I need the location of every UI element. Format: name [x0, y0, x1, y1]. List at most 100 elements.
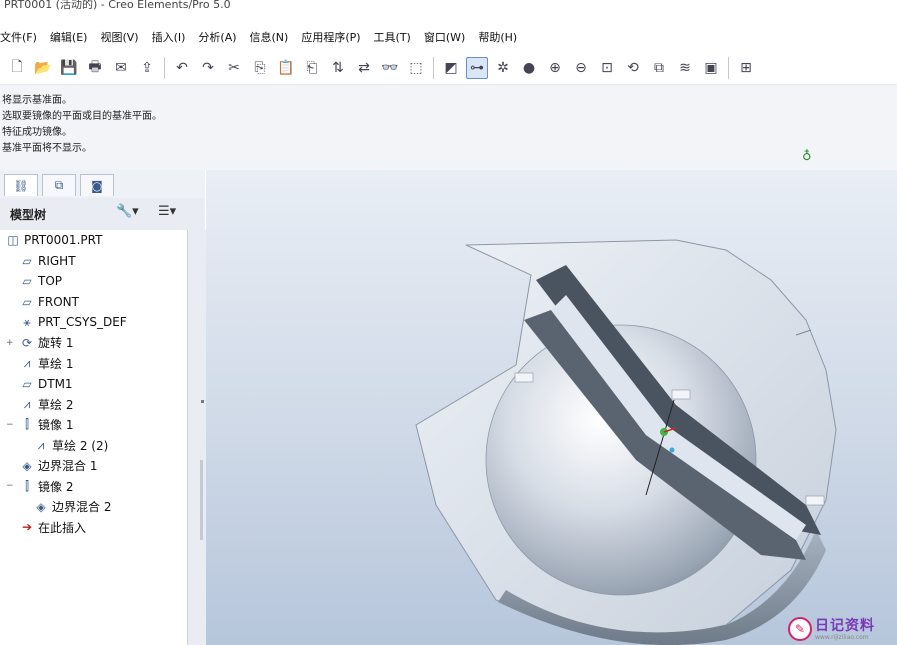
- spin-center-icon[interactable]: ⊶: [466, 57, 488, 79]
- regen-manager-icon[interactable]: ⇄: [353, 57, 375, 79]
- tree-node[interactable]: ▱ RIGHT: [18, 251, 76, 271]
- tree-expander-icon[interactable]: +: [6, 338, 14, 348]
- message-area: 将显示基准面。 选取要镜像的平面或目的基准平面。 特征成功镜像。 基准平面将不显…: [0, 84, 897, 170]
- tree-node[interactable]: ◈ 边界混合 1: [18, 456, 97, 476]
- tree-feature-icon: ⩘: [37, 437, 45, 452]
- print-icon[interactable]: 🖶: [84, 57, 106, 79]
- cut-icon[interactable]: ✂: [223, 57, 245, 79]
- paste-icon[interactable]: 📋: [275, 57, 297, 79]
- model-render: [415, 239, 837, 645]
- open-icon[interactable]: 📂: [32, 57, 54, 79]
- tree-expander-icon[interactable]: −: [6, 420, 14, 430]
- tree-feature-icon: ⚹: [23, 314, 31, 329]
- orient-mode-icon[interactable]: ✲: [492, 57, 514, 79]
- refit-icon[interactable]: ⊡: [596, 57, 618, 79]
- tree-node-label: FRONT: [38, 294, 79, 309]
- datum-tag[interactable]: [514, 372, 534, 383]
- model-tree-title: 模型树: [10, 208, 47, 222]
- tree-feature-icon: ⫿: [25, 478, 29, 493]
- select-box-icon[interactable]: ⬚: [405, 57, 427, 79]
- tree-node-label: TOP: [38, 274, 63, 288]
- graphics-window[interactable]: [206, 170, 897, 645]
- datum-tag[interactable]: [805, 495, 825, 506]
- menu-item[interactable]: 工具(T): [374, 29, 411, 45]
- menu-item[interactable]: 视图(V): [100, 29, 138, 45]
- menu-item[interactable]: 插入(I): [152, 29, 186, 45]
- repaint-icon[interactable]: ◩: [440, 57, 462, 79]
- new-icon[interactable]: 🗋: [6, 57, 28, 79]
- saved-views-icon[interactable]: ⧉: [648, 57, 670, 79]
- sash-grip: [201, 400, 204, 403]
- tree-node[interactable]: − ⫿ 镜像 2: [6, 476, 73, 496]
- undo-icon[interactable]: ↶: [171, 57, 193, 79]
- watermark: ✎ 日记资料 www.rijiziliao.com: [788, 615, 894, 643]
- tree-node-label: 在此插入: [38, 520, 87, 535]
- menu-item[interactable]: 帮助(H): [478, 29, 517, 45]
- tree-show-icon[interactable]: ☰▾: [158, 204, 176, 219]
- message-line: 将显示基准面。: [2, 95, 72, 106]
- tree-feature-icon: ▱: [22, 253, 32, 268]
- tree-node[interactable]: ⩘ 草绘 2: [18, 394, 74, 414]
- zoom-out-icon[interactable]: ⊖: [570, 57, 592, 79]
- tree-node[interactable]: − ⫿ 镜像 1: [6, 415, 73, 435]
- tree-settings-icon[interactable]: 🔧▾: [116, 204, 139, 219]
- tree-node[interactable]: ▱ DTM1: [18, 374, 72, 394]
- model-tree-tab[interactable]: ⛓: [4, 174, 38, 196]
- tree-node[interactable]: ⩘ 草绘 1: [18, 353, 74, 373]
- main-toolbar: 🗋 📂 💾 🖶 ✉ ⇪ ↶ ↷ ✂ ⎘ 📋 ⎗ ⇅ ⇄ 👓 ⬚ ◩ ⊶ ✲ ● ⊕ ⊖ ⊡ ⟲ ⧉ ≋ ▣ ⊞: [0, 52, 897, 84]
- navigator-tabs: ⛓ ⧉ ◙: [0, 170, 205, 198]
- tree-node-label: PRT_CSYS_DEF: [38, 315, 127, 329]
- tree-node[interactable]: ◫ PRT0001.PRT: [4, 230, 102, 250]
- tree-node[interactable]: + ⟳ 旋转 1: [6, 333, 74, 353]
- email-icon[interactable]: ✉: [110, 57, 132, 79]
- menu-bar: 文件(F) 编辑(E) 视图(V) 插入(I) 分析(A) 信息(N) 应用程序(P) 工具(…: [0, 26, 897, 48]
- tree-feature-icon: ⫿: [25, 417, 29, 431]
- tree-node-label: 旋转 1: [38, 336, 74, 350]
- appearance-icon[interactable]: ●: [518, 57, 540, 79]
- watermark-url: www.rijiziliao.com: [815, 633, 869, 641]
- menu-item[interactable]: 文件(F): [0, 29, 37, 45]
- tree-node-label: 边界混合 1: [38, 459, 98, 473]
- menu-item[interactable]: 窗口(W): [424, 29, 465, 45]
- regenerate-icon[interactable]: ⇅: [327, 57, 349, 79]
- menu-item[interactable]: 分析(A): [198, 29, 236, 45]
- datum-tag[interactable]: [671, 389, 691, 400]
- toolbar-separator: [164, 57, 165, 79]
- tree-node[interactable]: ➔ 在此插入: [18, 517, 86, 537]
- send-icon[interactable]: ⇪: [136, 57, 158, 79]
- status-light-icon[interactable]: ♁: [802, 149, 812, 164]
- tree-node[interactable]: ▱ FRONT: [18, 292, 79, 312]
- display-style-icon[interactable]: ⊞: [735, 57, 757, 79]
- tree-node[interactable]: ⩘ 草绘 2 (2): [32, 435, 109, 455]
- reorient-icon[interactable]: ⟲: [622, 57, 644, 79]
- zoom-in-icon[interactable]: ⊕: [544, 57, 566, 79]
- sash-handle[interactable]: [200, 460, 203, 540]
- message-line: 选取要镜像的平面或目的基准平面。: [2, 111, 162, 122]
- panel-sash[interactable]: [188, 230, 206, 645]
- tree-node[interactable]: ⚹ PRT_CSYS_DEF: [18, 312, 127, 332]
- paste-special-icon[interactable]: ⎗: [301, 57, 323, 79]
- find-icon[interactable]: 👓: [379, 57, 401, 79]
- copy-icon[interactable]: ⎘: [249, 57, 271, 79]
- menu-item[interactable]: 编辑(E): [50, 29, 88, 45]
- tree-feature-icon: ◫: [7, 233, 19, 247]
- tree-feature-icon: ⟳: [21, 335, 33, 350]
- tree-feature-icon: ▱: [22, 376, 32, 391]
- watermark-text: 日记资料: [815, 617, 875, 634]
- tree-node-label: 草绘 2: [38, 397, 74, 412]
- save-icon[interactable]: 💾: [58, 57, 80, 79]
- tree-node[interactable]: ◈ 边界混合 2: [32, 497, 111, 517]
- menu-item[interactable]: 信息(N): [250, 29, 289, 45]
- favorites-tab[interactable]: ◙: [80, 174, 114, 196]
- tree-feature-icon: ⩘: [23, 396, 31, 411]
- tree-expander-icon[interactable]: −: [6, 481, 14, 491]
- redo-icon[interactable]: ↷: [197, 57, 219, 79]
- tree-node-label: RIGHT: [38, 253, 76, 268]
- tree-node[interactable]: ▱ TOP: [18, 271, 62, 291]
- view-manager-icon[interactable]: ▣: [700, 57, 722, 79]
- folder-browser-tab[interactable]: ⧉: [42, 174, 76, 196]
- csys-marker-icon: [669, 447, 675, 453]
- layers-icon[interactable]: ≋: [674, 57, 696, 79]
- menu-item[interactable]: 应用程序(P): [301, 29, 360, 45]
- favorites-tab-icon: ◙: [91, 178, 103, 193]
